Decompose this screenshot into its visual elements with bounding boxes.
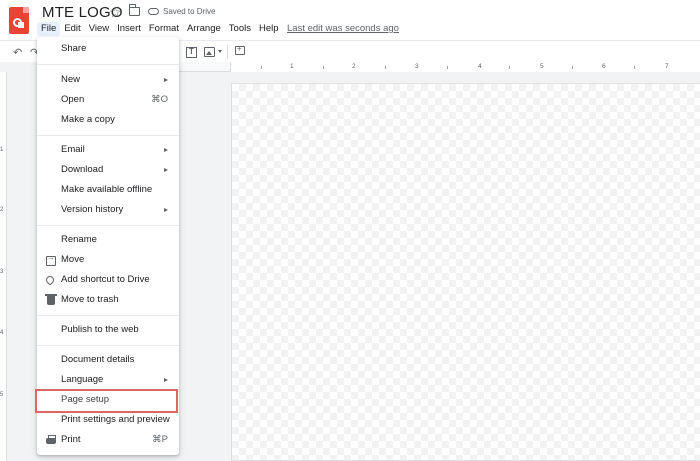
menu-divider: [37, 345, 179, 346]
ruler-label: 5: [540, 63, 544, 70]
submenu-arrow-icon: [164, 148, 168, 152]
menu-item-move-to-trash[interactable]: Move to trash: [37, 291, 179, 311]
menu-item-print[interactable]: Print ⌘P: [37, 431, 179, 451]
ruler-tick: [634, 66, 635, 69]
menu-item-rename[interactable]: Rename: [37, 231, 179, 251]
menu-format[interactable]: Format: [145, 22, 183, 36]
horizontal-ruler: 1 2 3 4 5 6 7: [178, 62, 700, 72]
menubar: File Edit View Insert Format Arrange Too…: [37, 22, 283, 36]
ruler-tick: [261, 66, 262, 69]
star-icon[interactable]: ☆: [109, 4, 122, 21]
saved-status: Saved to Drive: [163, 7, 216, 16]
menu-item-label: Make a copy: [61, 114, 115, 125]
ruler-label: 3: [415, 63, 419, 70]
submenu-arrow-icon: [164, 78, 168, 82]
menu-item-share[interactable]: Share: [37, 40, 179, 60]
menu-divider: [37, 225, 179, 226]
ruler-tick: [447, 66, 448, 69]
menu-item-label: Publish to the web: [61, 324, 139, 335]
text-box-icon[interactable]: T: [186, 47, 197, 58]
ruler-label: 4: [478, 63, 482, 70]
add-shortcut-icon: [44, 274, 56, 286]
menu-item-move[interactable]: Move: [37, 251, 179, 271]
insert-image-icon[interactable]: [204, 47, 215, 57]
menu-item-language[interactable]: Language: [37, 371, 179, 391]
toolbar-divider: [227, 45, 228, 59]
menu-item-add-shortcut[interactable]: Add shortcut to Drive: [37, 271, 179, 291]
menu-item-make-offline[interactable]: Make available offline: [37, 181, 179, 201]
menu-item-label: Email: [61, 144, 85, 155]
menu-item-download[interactable]: Download: [37, 161, 179, 181]
submenu-arrow-icon: [164, 168, 168, 172]
menu-divider: [37, 315, 179, 316]
ruler-tick: [385, 66, 386, 69]
menu-help[interactable]: Help: [255, 22, 283, 36]
menu-divider: [37, 64, 179, 65]
slide-canvas[interactable]: [231, 83, 700, 461]
last-edit-link[interactable]: Last edit was seconds ago: [287, 23, 399, 34]
menu-item-print-settings[interactable]: Print settings and preview: [37, 411, 179, 431]
menu-item-label: Move to trash: [61, 294, 119, 305]
menu-item-label: Add shortcut to Drive: [61, 274, 150, 285]
menu-item-label: Download: [61, 164, 104, 175]
vertical-ruler: 1 2 3 4 5: [0, 72, 7, 461]
menu-item-label: Print settings and preview: [61, 414, 170, 425]
ruler-label: 1: [290, 63, 294, 70]
menu-item-label: Print: [61, 434, 81, 445]
menu-item-new[interactable]: New: [37, 71, 179, 91]
ruler-track: 1 2 3 4 5 6 7: [230, 62, 700, 72]
cloud-saved-icon: [148, 8, 159, 15]
ruler-tick: [572, 66, 573, 69]
menu-item-label: New: [61, 74, 81, 85]
menu-arrange[interactable]: Arrange: [183, 22, 225, 36]
undo-icon[interactable]: ↶: [13, 46, 22, 59]
ruler-label: 4: [0, 330, 4, 336]
ruler-label: 5: [0, 392, 4, 398]
menu-file[interactable]: File: [37, 22, 61, 36]
menu-item-version-history[interactable]: Version history: [37, 201, 179, 221]
menu-item-document-details[interactable]: Document details: [37, 351, 179, 371]
ruler-tick: [509, 66, 510, 69]
submenu-arrow-icon: [164, 378, 168, 382]
menu-item-label: Make available offline: [61, 184, 153, 195]
submenu-arrow-icon: [164, 208, 168, 212]
menu-edit[interactable]: Edit: [60, 22, 84, 36]
keyboard-shortcut: ⌘O: [151, 94, 168, 105]
menu-item-label: Version history: [61, 204, 124, 215]
ruler-label: 6: [602, 63, 606, 70]
menu-divider: [37, 135, 179, 136]
menu-item-publish[interactable]: Publish to the web: [37, 321, 179, 341]
menu-tools[interactable]: Tools: [225, 22, 255, 36]
ruler-tick: [323, 66, 324, 69]
trash-icon: [45, 294, 57, 305]
menu-view[interactable]: View: [85, 22, 113, 36]
ruler-label: 1: [0, 147, 4, 153]
move-folder-icon[interactable]: [128, 4, 140, 16]
ruler-label: 7: [665, 63, 669, 70]
add-comment-icon[interactable]: [235, 44, 245, 55]
menu-item-open[interactable]: Open ⌘O: [37, 91, 179, 111]
slides-app-icon[interactable]: [9, 7, 29, 34]
image-dropdown-caret-icon[interactable]: [218, 50, 222, 53]
menu-item-label: Share: [61, 43, 87, 54]
move-icon: [46, 253, 56, 266]
page-setup-highlight-box: [35, 389, 178, 413]
menu-item-label: Open: [61, 94, 85, 105]
ruler-label: 2: [352, 63, 356, 70]
keyboard-shortcut: ⌘P: [152, 434, 168, 445]
menu-item-label: Move: [61, 254, 85, 265]
print-icon: [46, 435, 56, 444]
menu-item-label: Rename: [61, 234, 97, 245]
ruler-label: 2: [0, 207, 4, 213]
menu-item-email[interactable]: Email: [37, 141, 179, 161]
menu-item-label: Document details: [61, 354, 135, 365]
menu-insert[interactable]: Insert: [113, 22, 145, 36]
menu-item-label: Language: [61, 374, 104, 385]
ruler-label: 3: [0, 269, 4, 275]
menu-item-make-copy[interactable]: Make a copy: [37, 111, 179, 131]
